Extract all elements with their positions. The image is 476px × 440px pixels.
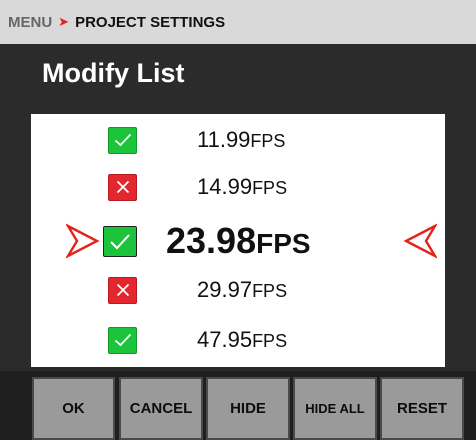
page-title: Modify List — [42, 58, 185, 88]
frame-rate-label: 11.99FPS — [197, 127, 286, 152]
checkbox-disabled-icon[interactable] — [108, 173, 137, 201]
cancel-button[interactable]: CANCEL — [119, 377, 203, 440]
frame-rate-label: 47.95FPS — [197, 327, 288, 352]
list-item[interactable]: 29.97FPS — [31, 270, 445, 310]
arrow-right-icon — [66, 223, 100, 259]
list-item[interactable]: 47.95FPS — [31, 320, 445, 360]
breadcrumb-current: PROJECT SETTINGS — [75, 13, 226, 31]
frame-rate-label: 29.97FPS — [197, 277, 288, 302]
reset-button[interactable]: RESET — [380, 377, 464, 440]
checkbox-enabled-icon[interactable] — [103, 225, 137, 257]
breadcrumb-separator-icon: ➤ — [58, 14, 70, 29]
checkbox-disabled-icon[interactable] — [108, 276, 137, 304]
list-item-selected[interactable]: 23.98FPS — [31, 220, 445, 262]
button-bar: OK CANCEL HIDE HIDE ALL RESET — [0, 371, 476, 440]
list-item[interactable]: 14.99FPS — [31, 167, 445, 207]
arrow-left-icon — [403, 223, 437, 259]
checkbox-enabled-icon[interactable] — [108, 126, 137, 154]
breadcrumb-root[interactable]: MENU — [8, 14, 52, 31]
frame-rate-list[interactable]: 11.99FPS 14.99FPS 23.98FPS 29.97FPS 47.9… — [31, 114, 445, 367]
hide-all-button[interactable]: HIDE ALL — [293, 377, 377, 440]
checkbox-enabled-icon[interactable] — [108, 326, 137, 354]
frame-rate-label: 23.98FPS — [166, 220, 311, 261]
breadcrumb: MENU ➤ PROJECT SETTINGS — [0, 0, 476, 44]
frame-rate-label: 14.99FPS — [197, 174, 288, 199]
ok-button[interactable]: OK — [32, 377, 115, 440]
hide-button[interactable]: HIDE — [206, 377, 290, 440]
list-item[interactable]: 11.99FPS — [31, 120, 445, 160]
